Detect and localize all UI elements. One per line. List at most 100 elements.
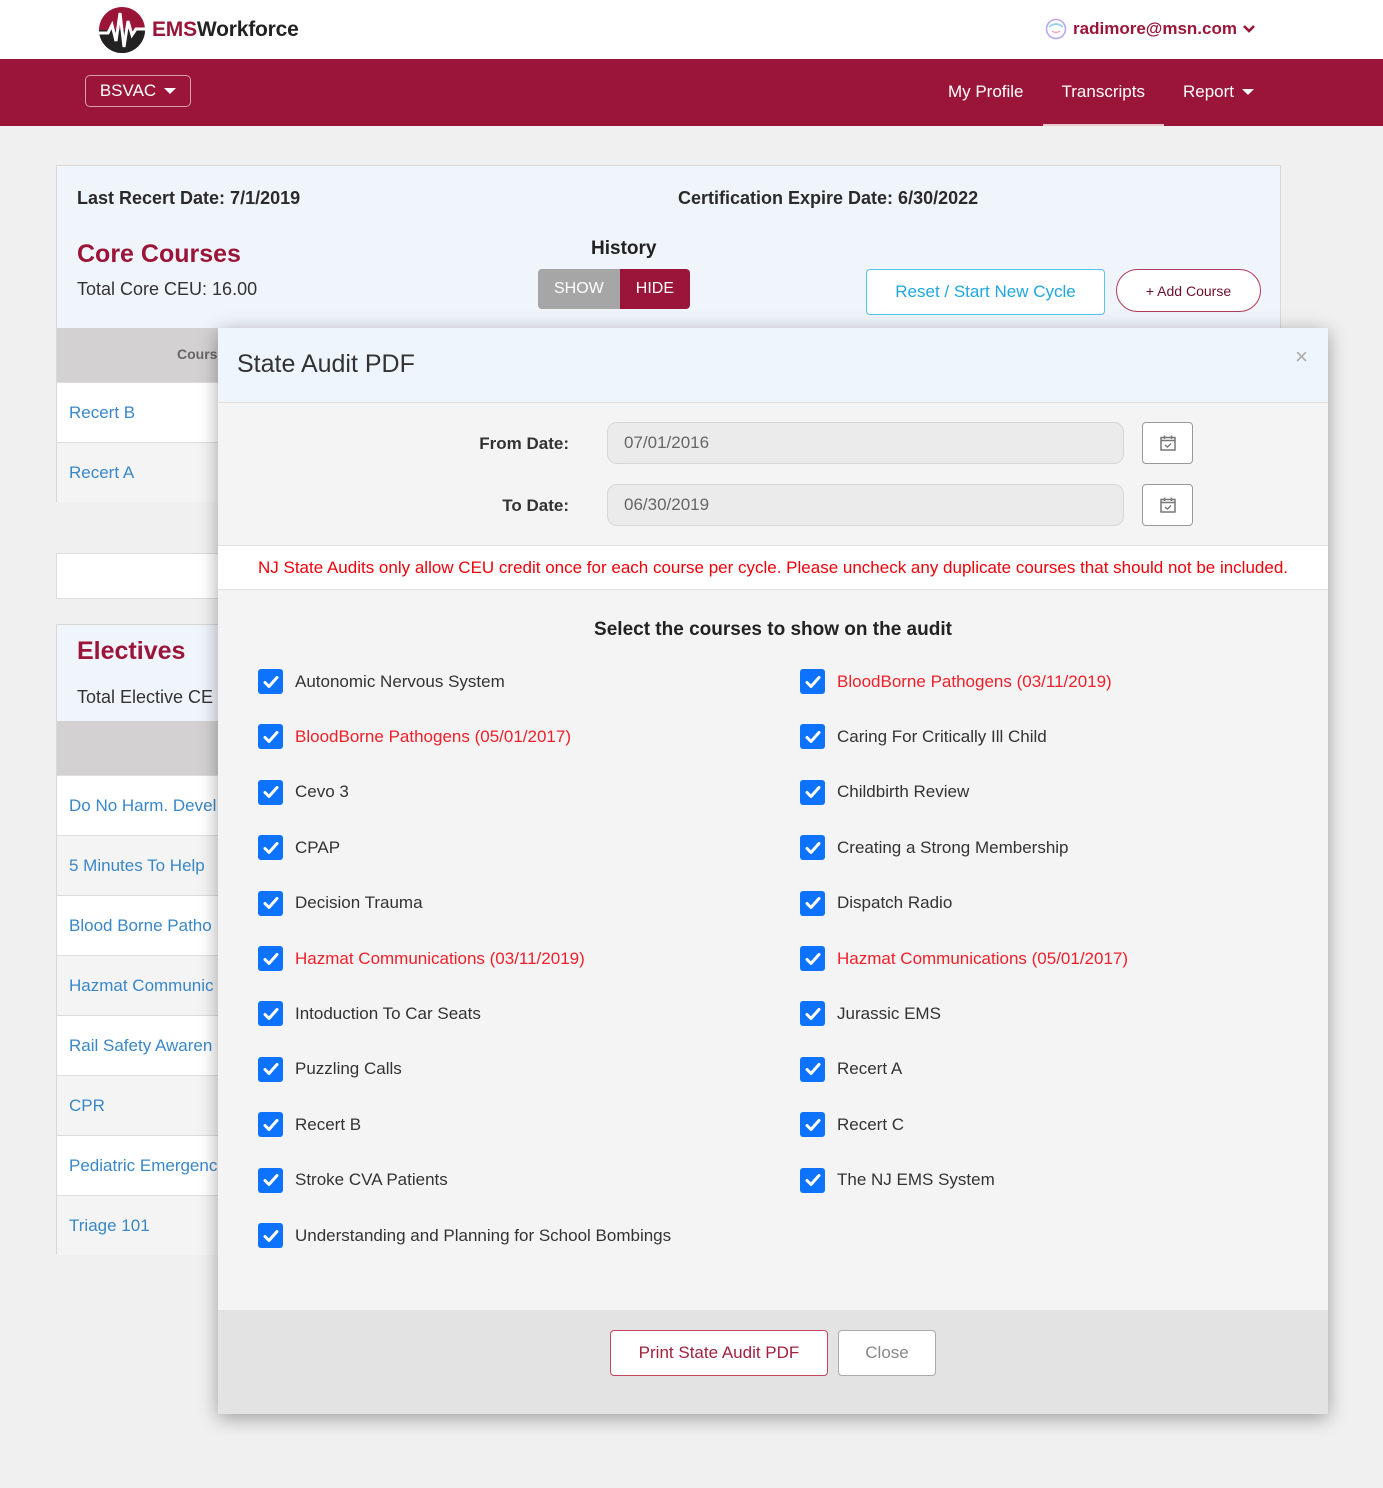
main-navbar: BSVAC My Profile Transcripts Report	[0, 59, 1383, 126]
course-checkbox-item[interactable]: Hazmat Communications (05/01/2017)	[800, 946, 1128, 971]
elective-course-link[interactable]: 5 Minutes To Help	[69, 856, 205, 876]
course-column-header: Cours	[177, 346, 218, 362]
elective-course-link[interactable]: CPR	[69, 1096, 105, 1116]
calendar-icon	[1159, 435, 1176, 451]
course-checkbox-item[interactable]: Autonomic Nervous System	[258, 669, 505, 694]
checkbox[interactable]	[800, 890, 825, 916]
chevron-down-icon	[1243, 25, 1255, 33]
course-checkbox-item[interactable]: Dispatch Radio	[800, 890, 952, 916]
checkbox[interactable]	[800, 779, 825, 805]
course-label: BloodBorne Pathogens (03/11/2019)	[837, 671, 1112, 691]
checkbox[interactable]	[258, 1112, 283, 1138]
calendar-icon	[1159, 497, 1176, 513]
print-state-audit-button[interactable]: Print State Audit PDF	[610, 1330, 828, 1376]
checkbox[interactable]	[258, 724, 283, 750]
checkmark-icon	[805, 730, 820, 743]
electives-title: Electives	[77, 637, 186, 665]
core-courses-title: Core Courses	[77, 240, 241, 268]
course-checkbox-item[interactable]: Stroke CVA Patients	[258, 1167, 448, 1193]
elective-course-link[interactable]: Blood Borne Patho	[69, 916, 212, 936]
from-date-calendar-button[interactable]	[1142, 422, 1193, 464]
user-avatar-icon	[1045, 18, 1067, 40]
select-courses-title: Select the courses to show on the audit	[594, 619, 952, 640]
elective-course-link[interactable]: Rail Safety Awaren	[69, 1036, 212, 1056]
checkmark-icon	[263, 1007, 278, 1020]
course-label: Jurassic EMS	[837, 1003, 941, 1023]
course-checkbox-item[interactable]: Puzzling Calls	[258, 1056, 402, 1082]
to-date-calendar-button[interactable]	[1142, 484, 1193, 526]
org-selector-dropdown[interactable]: BSVAC	[85, 75, 191, 107]
nav-transcripts[interactable]: Transcripts	[1042, 59, 1164, 126]
checkbox[interactable]	[800, 1056, 825, 1082]
from-date-label: From Date:	[479, 434, 569, 453]
brand-ems: EMS	[152, 18, 197, 41]
logo[interactable]: EMSWorkforce	[96, 5, 299, 55]
checkmark-icon	[263, 1229, 278, 1242]
checkbox[interactable]	[258, 890, 283, 916]
checkbox[interactable]	[258, 946, 283, 971]
checkmark-icon	[263, 841, 278, 854]
brand-name: EMSWorkforce	[152, 18, 299, 42]
checkbox[interactable]	[800, 1001, 825, 1027]
course-label: Childbirth Review	[837, 782, 970, 802]
elective-course-link[interactable]: Hazmat Communic	[69, 976, 214, 996]
checkmark-icon	[805, 786, 820, 799]
course-checkbox-item[interactable]: Recert C	[800, 1112, 904, 1138]
core-course-link[interactable]: Recert A	[69, 463, 134, 483]
reset-cycle-button[interactable]: Reset / Start New Cycle	[866, 269, 1105, 315]
elective-course-link[interactable]: Do No Harm. Devel	[69, 796, 216, 816]
course-checkbox-item[interactable]: Creating a Strong Membership	[800, 835, 1069, 861]
elective-course-link[interactable]: Triage 101	[69, 1216, 150, 1236]
close-icon[interactable]: ×	[1295, 344, 1308, 370]
caret-down-icon	[1242, 88, 1254, 95]
checkbox[interactable]	[800, 1112, 825, 1138]
course-checkbox-item[interactable]: Childbirth Review	[800, 779, 970, 805]
checkbox[interactable]	[258, 1056, 283, 1082]
course-checkbox-item[interactable]: Caring For Critically Ill Child	[800, 724, 1047, 750]
checkbox[interactable]	[800, 724, 825, 750]
course-checkbox-item[interactable]: BloodBorne Pathogens (05/01/2017)	[258, 724, 571, 750]
history-show-button[interactable]: SHOW	[538, 269, 620, 309]
close-button[interactable]: Close	[838, 1330, 936, 1376]
course-checkbox-item[interactable]: Jurassic EMS	[800, 1001, 941, 1027]
modal-footer: Print State Audit PDF Close	[218, 1310, 1328, 1414]
course-checkbox-item[interactable]: BloodBorne Pathogens (03/11/2019)	[800, 669, 1112, 694]
from-date-input[interactable]: 07/01/2016	[607, 422, 1124, 464]
history-hide-button[interactable]: HIDE	[619, 269, 691, 309]
heartbeat-logo-icon	[98, 7, 146, 53]
modal-header: State Audit PDF ×	[218, 328, 1328, 403]
to-date-input[interactable]: 06/30/2019	[607, 484, 1124, 526]
checkmark-icon	[263, 952, 278, 965]
course-checkbox-item[interactable]: The NJ EMS System	[800, 1167, 995, 1193]
checkbox[interactable]	[800, 835, 825, 861]
add-course-button[interactable]: + Add Course	[1116, 269, 1261, 312]
core-course-link[interactable]: Recert B	[69, 403, 135, 423]
course-checkbox-item[interactable]: CPAP	[258, 835, 340, 861]
checkmark-icon	[805, 1118, 820, 1131]
course-label: Caring For Critically Ill Child	[837, 726, 1047, 746]
checkbox[interactable]	[800, 946, 825, 971]
checkbox[interactable]	[258, 835, 283, 861]
course-checkbox-item[interactable]: Cevo 3	[258, 779, 349, 805]
checkbox[interactable]	[800, 669, 825, 694]
course-checkbox-item[interactable]: Recert B	[258, 1112, 361, 1138]
checkbox[interactable]	[258, 669, 283, 694]
course-checkbox-item[interactable]: Decision Trauma	[258, 890, 423, 916]
checkbox[interactable]	[800, 1167, 825, 1193]
duplicate-warning-message: NJ State Audits only allow CEU credit on…	[218, 545, 1328, 590]
checkbox[interactable]	[258, 1223, 283, 1248]
course-label: Hazmat Communications (05/01/2017)	[837, 948, 1129, 968]
checkbox[interactable]	[258, 1167, 283, 1193]
course-checkbox-item[interactable]: Understanding and Planning for School Bo…	[258, 1223, 671, 1248]
org-selector-label: BSVAC	[99, 81, 157, 100]
nav-report-dropdown[interactable]: Report	[1164, 59, 1273, 126]
checkbox[interactable]	[258, 1001, 283, 1027]
checkbox[interactable]	[258, 779, 283, 805]
user-menu[interactable]: radimore@msn.com	[1045, 18, 1255, 40]
nav-my-profile[interactable]: My Profile	[929, 59, 1043, 126]
course-checkbox-item[interactable]: Intoduction To Car Seats	[258, 1001, 481, 1027]
elective-course-link[interactable]: Pediatric Emergenc	[69, 1156, 217, 1176]
course-checkbox-item[interactable]: Hazmat Communications (03/11/2019)	[258, 946, 585, 971]
checkmark-icon	[805, 1063, 820, 1076]
course-checkbox-item[interactable]: Recert A	[800, 1056, 902, 1082]
